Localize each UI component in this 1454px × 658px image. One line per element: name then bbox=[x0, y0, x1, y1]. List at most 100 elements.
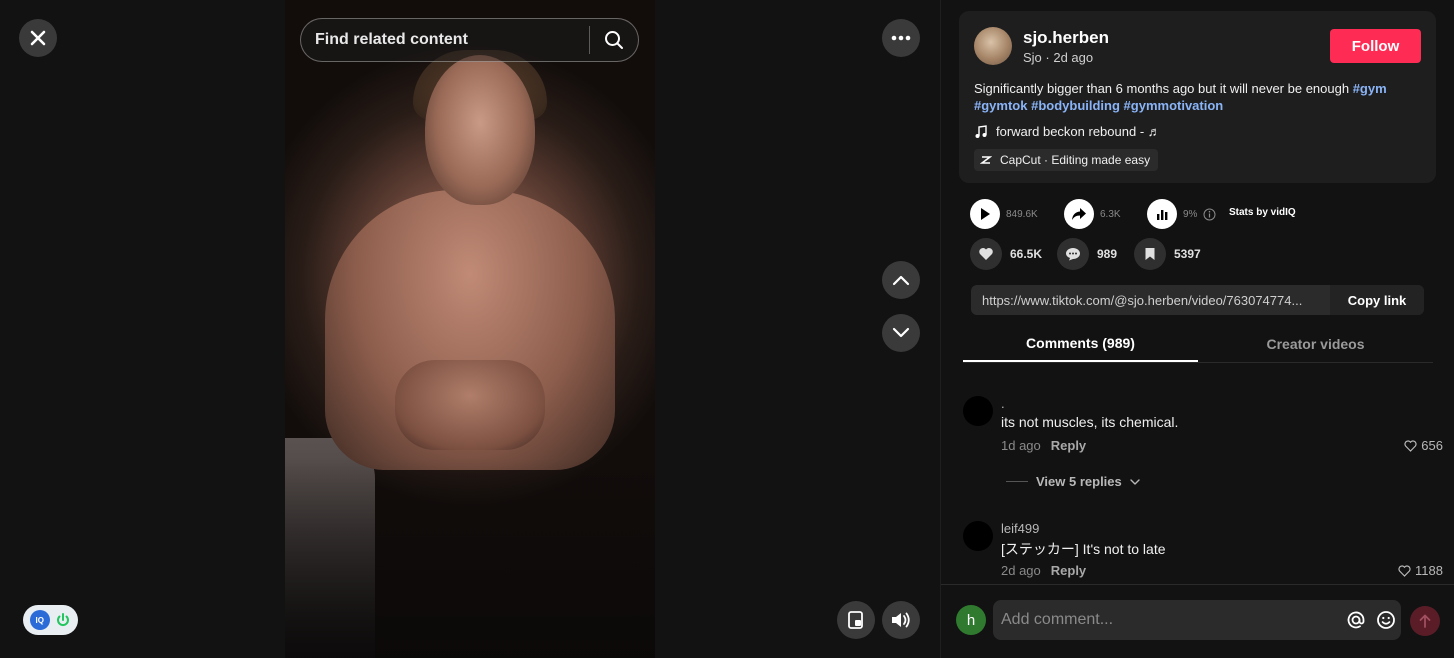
capcut-icon bbox=[980, 156, 992, 164]
video-shadow bbox=[285, 458, 655, 658]
likes-count: 66.5K bbox=[1010, 247, 1043, 261]
video-subject-head bbox=[425, 55, 535, 205]
post-description: Significantly bigger than 6 months ago b… bbox=[974, 80, 1424, 114]
comment-composer: h Add comment... bbox=[941, 584, 1454, 658]
tab-comments[interactable]: Comments (989) bbox=[963, 326, 1198, 362]
mention-button[interactable] bbox=[1341, 610, 1371, 630]
video-subject-arms bbox=[395, 360, 545, 450]
music-link[interactable]: forward beckon rebound - ♬ bbox=[974, 124, 1161, 139]
comment-like-count: 656 bbox=[1421, 438, 1443, 453]
previous-video-button[interactable] bbox=[882, 261, 920, 299]
hashtag-gymtok[interactable]: #gymtok bbox=[974, 98, 1027, 113]
arrow-up-icon bbox=[1419, 614, 1431, 628]
comment-like-button[interactable]: 656 bbox=[1404, 438, 1443, 453]
current-user-avatar[interactable]: h bbox=[956, 605, 986, 635]
commenter-username[interactable]: . bbox=[1001, 396, 1005, 411]
play-icon bbox=[970, 199, 1000, 229]
tab-creator-videos[interactable]: Creator videos bbox=[1198, 326, 1433, 362]
search-button[interactable] bbox=[590, 18, 638, 62]
comments-count: 989 bbox=[1097, 247, 1118, 261]
view-replies-button[interactable]: View 5 replies bbox=[1006, 474, 1140, 489]
comment-meta: 2d ago Reply bbox=[1001, 563, 1086, 578]
send-comment-button[interactable] bbox=[1410, 606, 1440, 636]
floating-player-button[interactable] bbox=[837, 601, 875, 639]
comment-time: 1d ago bbox=[1001, 438, 1041, 453]
hashtag-gym[interactable]: #gym bbox=[1353, 81, 1387, 96]
comment-text: its not muscles, its chemical. bbox=[1001, 414, 1179, 430]
views-stat: 849.6K bbox=[970, 199, 1038, 229]
comment-like-count: 1188 bbox=[1415, 563, 1443, 578]
saves-count: 5397 bbox=[1174, 247, 1201, 261]
vidiq-extension-badge[interactable]: IQ bbox=[23, 605, 78, 635]
details-panel: sjo.herben Sjo · 2d ago Follow Significa… bbox=[940, 0, 1454, 658]
heart-icon bbox=[970, 238, 1002, 270]
emoji-icon bbox=[1377, 611, 1395, 629]
author-meta: Sjo · 2d ago bbox=[1023, 50, 1094, 65]
comment-action[interactable]: 989 bbox=[1057, 238, 1117, 270]
vidiq-stats-label[interactable]: Stats by vidIQ bbox=[1229, 207, 1296, 218]
hashtag-bodybuilding[interactable]: #bodybuilding bbox=[1031, 98, 1120, 113]
floating-player-icon bbox=[848, 611, 863, 629]
follow-button[interactable]: Follow bbox=[1330, 29, 1421, 63]
author-username[interactable]: sjo.herben bbox=[1023, 28, 1109, 48]
chevron-down-icon bbox=[892, 327, 910, 338]
shares-stat: 6.3K bbox=[1064, 199, 1121, 229]
comment-like-button[interactable]: 1188 bbox=[1398, 563, 1443, 578]
comment-item: . its not muscles, its chemical. 1d ago … bbox=[963, 396, 1443, 466]
panel-tabs: Comments (989) Creator videos bbox=[963, 326, 1433, 363]
reply-button[interactable]: Reply bbox=[1051, 438, 1086, 453]
replies-divider bbox=[1006, 481, 1028, 482]
share-arrow-icon bbox=[1064, 199, 1094, 229]
chevron-down-icon bbox=[1130, 478, 1140, 485]
comment-text: [ステッカー] It's not to late bbox=[1001, 541, 1166, 557]
hashtag-gymmotivation[interactable]: #gymmotivation bbox=[1124, 98, 1224, 113]
description-text: Significantly bigger than 6 months ago b… bbox=[974, 81, 1353, 96]
author-avatar[interactable] bbox=[974, 27, 1012, 65]
music-title: forward beckon rebound - ♬ bbox=[996, 124, 1161, 139]
commenter-avatar[interactable] bbox=[963, 396, 993, 426]
shares-count: 6.3K bbox=[1100, 208, 1121, 220]
bar-chart-icon bbox=[1147, 199, 1177, 229]
video-link-box: https://www.tiktok.com/@sjo.herben/video… bbox=[971, 285, 1424, 315]
reply-button[interactable]: Reply bbox=[1051, 563, 1086, 578]
video-url[interactable]: https://www.tiktok.com/@sjo.herben/video… bbox=[971, 293, 1330, 308]
heart-outline-icon bbox=[1404, 439, 1417, 452]
related-search-bar[interactable]: Find related content bbox=[300, 18, 639, 62]
volume-button[interactable] bbox=[882, 601, 920, 639]
like-action[interactable]: 66.5K bbox=[970, 238, 1042, 270]
search-input[interactable]: Find related content bbox=[301, 31, 589, 49]
commenter-avatar[interactable] bbox=[963, 521, 993, 551]
save-action[interactable]: 5397 bbox=[1134, 238, 1201, 270]
volume-icon bbox=[892, 612, 910, 628]
video-player[interactable] bbox=[285, 0, 655, 658]
at-sign-icon bbox=[1347, 611, 1365, 629]
emoji-button[interactable] bbox=[1371, 610, 1401, 630]
views-count: 849.6K bbox=[1006, 208, 1038, 220]
comment-bubble-icon bbox=[1057, 238, 1089, 270]
search-icon bbox=[605, 31, 623, 49]
next-video-button[interactable] bbox=[882, 314, 920, 352]
video-stage: Find related content IQ bbox=[0, 0, 940, 658]
commenter-username[interactable]: leif499 bbox=[1001, 521, 1039, 536]
capcut-link[interactable]: CapCut · Editing made easy bbox=[974, 149, 1159, 171]
ellipsis-icon bbox=[891, 35, 911, 41]
comment-item: leif499 [ステッカー] It's not to late 2d ago … bbox=[963, 521, 1443, 581]
bookmark-icon bbox=[1134, 238, 1166, 270]
heart-outline-icon bbox=[1398, 564, 1411, 577]
tiktok-video-page: Find related content IQ sjo.herben Sjo ·… bbox=[0, 0, 1454, 658]
music-note-icon bbox=[975, 124, 987, 138]
close-icon bbox=[30, 30, 46, 46]
post-info-card: sjo.herben Sjo · 2d ago Follow Significa… bbox=[959, 11, 1436, 183]
engagement-percent: 9% bbox=[1183, 208, 1198, 220]
capcut-label: CapCut · Editing made easy bbox=[1000, 153, 1151, 167]
info-icon[interactable] bbox=[1203, 208, 1216, 221]
vidiq-logo-icon: IQ bbox=[29, 610, 50, 630]
close-button[interactable] bbox=[19, 19, 57, 57]
copy-link-button[interactable]: Copy link bbox=[1330, 285, 1424, 315]
comment-input[interactable]: Add comment... bbox=[993, 600, 1401, 640]
comment-meta: 1d ago Reply bbox=[1001, 438, 1086, 453]
chevron-up-icon bbox=[892, 275, 910, 286]
power-icon bbox=[57, 613, 70, 626]
more-options-button[interactable] bbox=[882, 19, 920, 57]
view-replies-label: View 5 replies bbox=[1036, 474, 1122, 489]
